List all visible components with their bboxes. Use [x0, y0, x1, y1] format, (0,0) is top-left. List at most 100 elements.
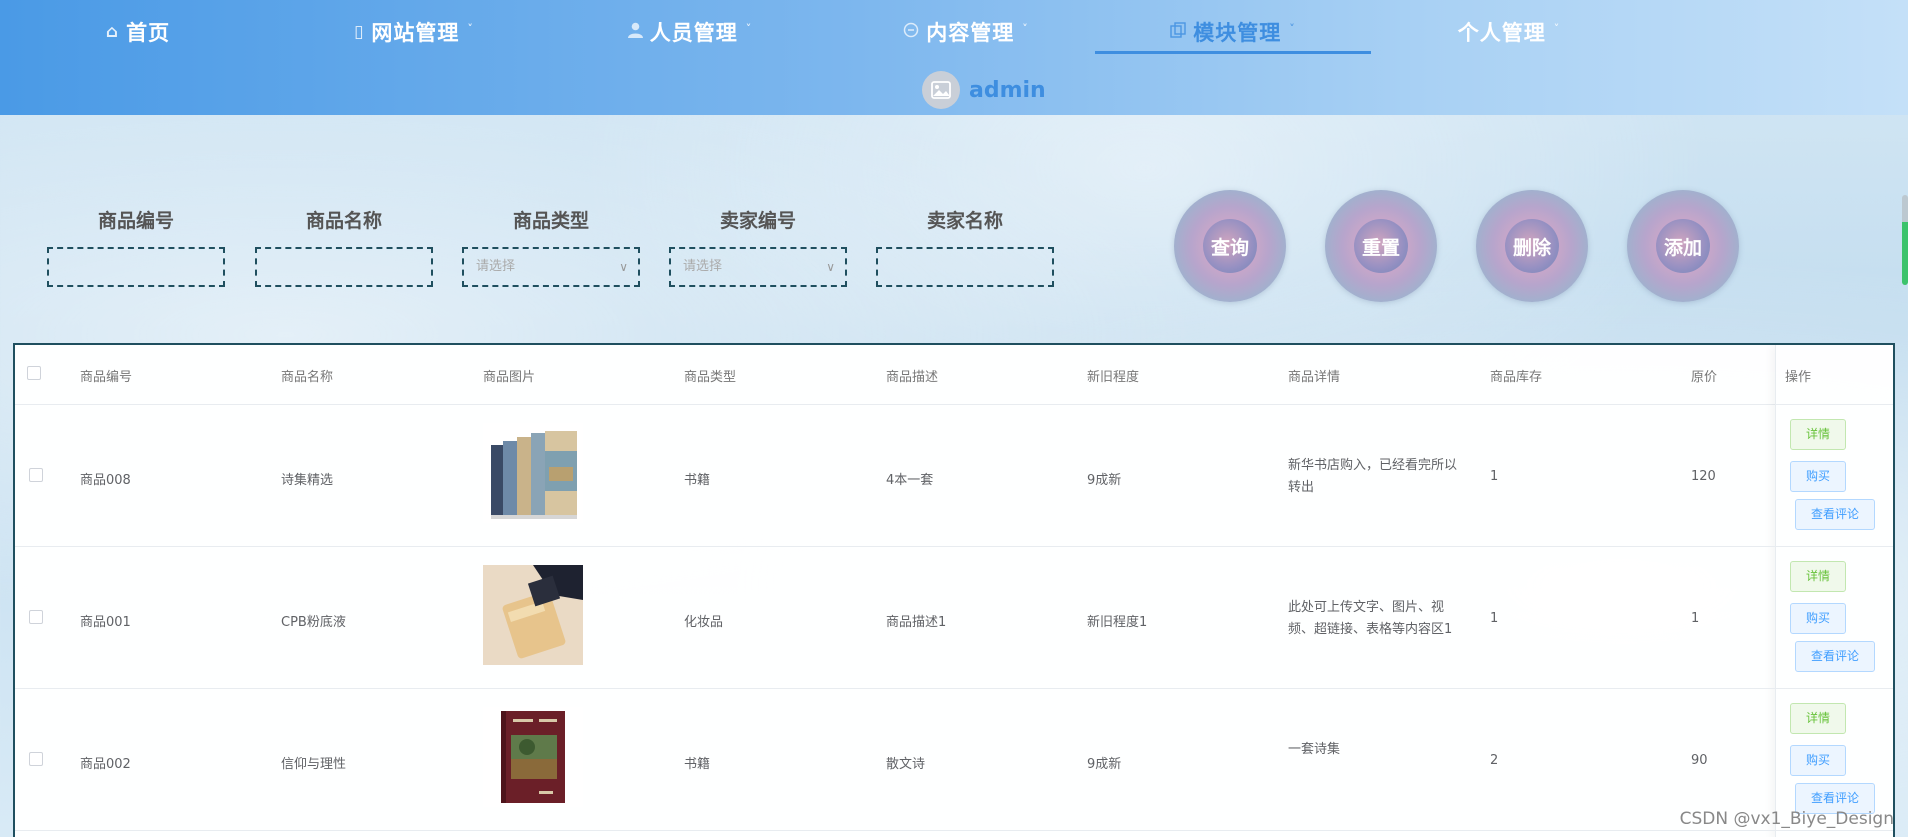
cell-product-name: 诗集精选 [281, 473, 334, 488]
chevron-down-icon: ∨ [826, 260, 835, 274]
chevron-down-icon: ˅ [1289, 21, 1296, 35]
cell-product-name: 信仰与理性 [281, 757, 347, 772]
add-button[interactable]: 添加 [1627, 190, 1739, 302]
product-id-input[interactable] [47, 247, 225, 287]
foundation-bottle-image[interactable] [483, 565, 583, 665]
nav-site-management[interactable]: ▯ 网站管理 ˅ [276, 12, 552, 52]
buy-button[interactable]: 购买 [1790, 745, 1846, 776]
document-icon: ▯ [354, 22, 365, 42]
user-menu[interactable]: admin [922, 68, 1046, 112]
product-type-select[interactable]: 请选择 ∨ [462, 247, 640, 287]
avatar [922, 71, 960, 109]
nav-site-label: 网站管理 [371, 21, 460, 45]
home-icon: ⌂ [105, 22, 120, 42]
watermark: CSDN @vx1_Biye_Design [1679, 809, 1894, 829]
cell-stock: 1 [1490, 469, 1499, 484]
col-header-price: 原价 [1691, 370, 1718, 385]
page-scrollbar[interactable] [1902, 195, 1908, 285]
nav-module-label: 模块管理 [1193, 21, 1282, 45]
cell-condition: 9成新 [1087, 757, 1122, 772]
detail-button[interactable]: 详情 [1790, 419, 1846, 450]
select-all-checkbox[interactable] [27, 366, 41, 380]
select-placeholder: 请选择 [476, 259, 516, 274]
top-header: ⌂ 首页 ▯ 网站管理 ˅ 人员管理 ˅ 内容管理 ˅ 模块管理 ˅ 个人管理 … [0, 0, 1908, 115]
chevron-down-icon: ˅ [745, 21, 753, 35]
user-name: admin [969, 77, 1046, 103]
delete-button[interactable]: 删除 [1476, 190, 1588, 302]
select-placeholder: 请选择 [683, 259, 723, 274]
nav-home-label: 首页 [126, 21, 171, 45]
reset-button-label: 重置 [1354, 219, 1408, 273]
chat-icon [903, 22, 919, 43]
product-name-input[interactable] [255, 247, 433, 287]
row-checkbox[interactable] [29, 468, 43, 482]
search-label-product-id: 商品编号 [97, 210, 174, 232]
cell-detail: 新华书店购入，已经看完所以转出 [1288, 458, 1458, 495]
col-header-condition: 新旧程度 [1087, 370, 1140, 385]
person-icon [627, 22, 643, 43]
nav-personal-management[interactable]: 个人管理 ˅ [1371, 12, 1647, 52]
cell-product-desc: 商品描述1 [886, 615, 947, 630]
search-label-product-type: 商品类型 [512, 210, 589, 232]
chevron-down-icon: ˅ [467, 21, 474, 35]
col-header-product-name: 商品名称 [281, 370, 334, 385]
col-header-stock: 商品库存 [1490, 370, 1543, 385]
nav-home[interactable]: ⌂ 首页 [0, 12, 276, 52]
chevron-down-icon: ˅ [1022, 21, 1029, 35]
cell-product-id: 商品001 [80, 615, 131, 630]
nav-content-management[interactable]: 内容管理 ˅ [828, 12, 1104, 52]
seller-id-select[interactable]: 请选择 ∨ [669, 247, 847, 287]
search-label-seller-name: 卖家名称 [926, 210, 1003, 232]
table-row: 商品002 信仰与理性 书籍 散文诗 9成新 一套诗集 2 90 详情 购买 查… [15, 689, 1893, 831]
cell-condition: 新旧程度1 [1087, 615, 1148, 630]
col-header-product-image: 商品图片 [483, 370, 536, 385]
table-row: 商品001 CPB粉底液 化妆品 商品描述1 新旧程度1 此处可上传文字、图片、… [15, 547, 1893, 689]
view-reviews-button[interactable]: 查看评论 [1795, 641, 1875, 672]
cell-stock: 1 [1490, 611, 1499, 626]
chevron-down-icon: ∨ [619, 260, 628, 274]
copy-icon [1170, 21, 1186, 43]
cell-product-id: 商品008 [80, 473, 131, 488]
image-icon [931, 81, 951, 99]
cell-stock: 2 [1490, 753, 1499, 768]
detail-button[interactable]: 详情 [1790, 703, 1846, 734]
reset-button[interactable]: 重置 [1325, 190, 1437, 302]
search-label-product-name: 商品名称 [305, 210, 382, 232]
col-header-product-desc: 商品描述 [886, 370, 939, 385]
cell-product-name: CPB粉底液 [281, 615, 346, 630]
detail-button[interactable]: 详情 [1790, 561, 1846, 592]
cell-detail: 此处可上传文字、图片、视频、超链接、表格等内容区1 [1288, 600, 1453, 637]
cell-product-type: 书籍 [684, 473, 711, 488]
product-table: 商品编号 商品名称 商品图片 商品类型 商品描述 新旧程度 商品详情 商品库存 … [13, 343, 1895, 837]
delete-button-label: 删除 [1505, 219, 1559, 273]
query-button-label: 查询 [1203, 219, 1257, 273]
row-checkbox[interactable] [29, 752, 43, 766]
add-button-label: 添加 [1656, 219, 1710, 273]
col-header-product-id: 商品编号 [80, 370, 133, 385]
search-label-seller-id: 卖家编号 [719, 210, 796, 232]
cell-product-desc: 4本一套 [886, 473, 934, 488]
query-button[interactable]: 查询 [1174, 190, 1286, 302]
nav-module-management[interactable]: 模块管理 ˅ [1095, 12, 1371, 52]
cell-condition: 9成新 [1087, 473, 1122, 488]
buy-button[interactable]: 购买 [1790, 603, 1846, 634]
book-set-image[interactable] [483, 423, 583, 523]
buy-button[interactable]: 购买 [1790, 461, 1846, 492]
cell-price: 90 [1691, 753, 1708, 768]
nav-people-label: 人员管理 [649, 21, 738, 45]
seller-name-input[interactable] [876, 247, 1054, 287]
nav-personal-label: 个人管理 [1457, 21, 1546, 45]
red-book-image[interactable] [483, 707, 583, 807]
cell-detail: 一套诗集 [1288, 742, 1341, 757]
cell-product-type: 化妆品 [684, 615, 724, 630]
cell-product-type: 书籍 [684, 757, 711, 772]
nav-content-label: 内容管理 [926, 21, 1015, 45]
nav-people-management[interactable]: 人员管理 ˅ [552, 12, 828, 52]
cell-product-desc: 散文诗 [886, 757, 926, 772]
row-checkbox[interactable] [29, 610, 43, 624]
view-reviews-button[interactable]: 查看评论 [1795, 499, 1875, 530]
cell-price: 120 [1691, 469, 1716, 484]
col-header-detail: 商品详情 [1288, 370, 1341, 385]
chevron-down-icon: ˅ [1553, 21, 1561, 35]
cell-product-id: 商品002 [80, 757, 131, 772]
